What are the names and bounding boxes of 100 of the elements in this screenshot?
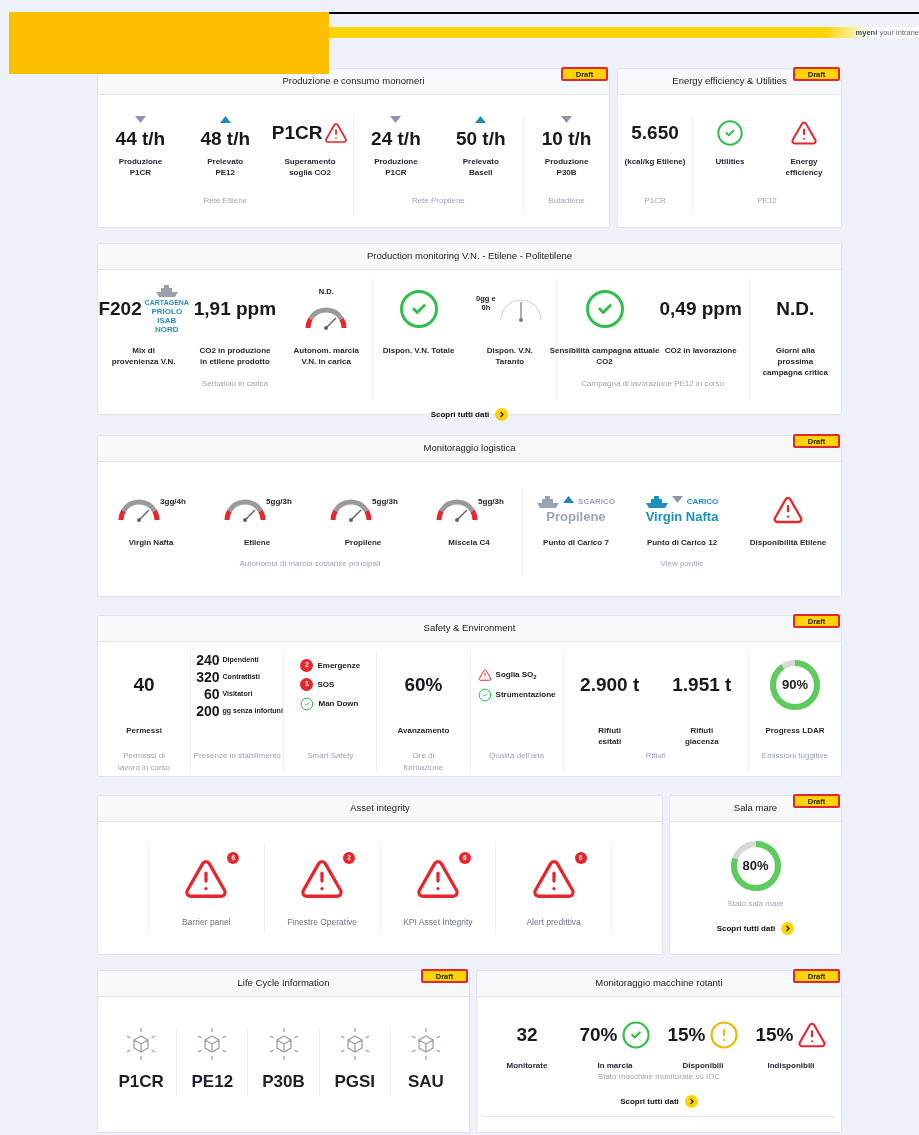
metric-value: 10 t/h [541,128,592,150]
check-circle-icon [300,697,315,711]
group-caption: Stato sala mare [727,898,784,910]
warning-icon [772,494,804,526]
metric-label: Disponibili [682,1060,724,1071]
metric-label: Energy efficiency [785,156,823,178]
metric-label: Indisponibili [767,1060,815,1071]
metric-value: 24 t/h [371,128,421,150]
caution-icon [708,1020,739,1050]
count-value: 200 [195,703,220,718]
group-caption: Permessi di lavoro in corso [118,750,171,774]
card-title: Monitoraggio logistica [423,441,516,456]
check-circle-icon [583,288,626,330]
metric-value: 2.900 t [580,674,640,696]
group-caption: PE12 [757,195,777,207]
unit-name: SAU [407,1071,444,1093]
unit-name: PE12 [191,1071,234,1093]
group-caption: Qualità dell'aria [489,750,544,762]
check-circle-icon [620,1020,651,1050]
group-caption: View pontile [660,558,704,570]
group-caption: Autonomia di marcia sostanze principali [239,558,381,570]
metric-value: 32 [516,1024,538,1046]
metric-label: Punto di Carico 7 [543,537,609,548]
group-caption: Butadiene [548,195,585,207]
warning-icon [796,1020,827,1050]
metric-label: Sensibilità campagna attuale CO2 [549,345,660,367]
metric-value: F202 [98,298,142,320]
origin-name: ISAB [157,315,177,325]
metric-label: Produzione P1CR [118,156,163,178]
status-label: Soglia SO$_{2}$ [495,669,537,681]
group-caption: Emissioni fuggitive [761,750,829,762]
ship-icon [537,495,560,509]
metric-label: Prelevato PE12 [207,156,244,178]
asset-label: Alert predittiva [526,916,581,929]
asset-label: Finestre Operative [287,916,358,929]
group-caption: Rifiuti [645,750,666,762]
ring-value: 90% [781,676,808,695]
metric-label: Mix di provenienza V.N. [111,345,176,367]
more-data-link[interactable]: Scopri tutti dati [430,408,509,421]
metric-label: Rifiuti esitati [598,725,622,747]
metric-value: 48 t/h [200,128,251,150]
more-data-link[interactable]: Scopri tutti dati [716,922,795,935]
metric-label: Autonom. marcia V.N. in carica [293,345,359,367]
metric-value: P1CR [271,122,323,144]
group-caption: Campagna di lavorazione PE12 in corso [581,378,724,390]
metric-value: 40 [133,674,155,696]
metric-label: Punto di Carico 12 [646,537,718,548]
status-label: Man Down [318,698,359,710]
warning-icon [477,668,492,682]
metric-label: Dispon. V.N. Totale [382,345,455,356]
ship-icon [155,284,178,298]
ship-status: CARICO [686,496,719,508]
metric-value: 44 t/h [115,128,166,150]
card-title: Sala mare [733,801,778,816]
count-value: 60 [202,686,220,701]
metric-label: Etilene [243,537,271,548]
metric-label: CO2 in produzione in etilene prodotto [199,345,271,367]
more-data-link[interactable]: Scopri tutti dati [620,1095,698,1108]
metric-label: Giorni alla prossima campagna critica [762,345,829,378]
metric-label: In marcia [597,1060,633,1071]
gauge-reading: 3gg/4h [160,496,186,508]
metric-value: 15% [667,1024,706,1046]
check-circle-icon [397,288,440,330]
count-value: 320 [195,669,220,684]
ship-status: SCARICO [578,496,615,508]
group-caption: Ore di formazione [403,750,444,774]
card-title: Produzione e consumo monomeri [282,74,425,89]
metric-value: 1.951 t [672,674,732,696]
ship-product: Propilene [546,508,606,525]
unit-name: P30B [262,1071,305,1093]
count-value: 240 [195,652,220,667]
asset-label: KPI Asset Integrity [403,916,473,929]
group-caption: Presenze in stabilimento [193,750,281,762]
metric-value: 0,49 ppm [659,298,742,320]
metric-label: Propilene [344,537,382,548]
gauge-reading: 5gg/3h [372,496,398,508]
metric-label: Disponibilità Etilene [749,537,827,548]
card-title: Production monitoring V.N. - Etilene - Politetilene [366,249,573,264]
ship-icon [645,495,668,509]
asset-label: Barrier panel [182,916,231,929]
metric-label: (kcal/kg Etilene) [624,156,686,167]
metric-value: 5.650 [631,122,679,144]
card-title: Safety & Environment [423,621,516,636]
origin-name: NORD [155,324,179,334]
metric-value: 50 t/h [455,128,506,150]
gauge-reading: 5gg/3h [266,496,292,508]
metric-label: Avanzamento [397,725,450,736]
chevron-icon [684,1095,698,1108]
group-caption: Serbatoio in carica [201,378,269,390]
metric-label: Monitorate [506,1060,548,1071]
metric-value: 15% [755,1024,794,1046]
status-label: SOS [317,678,335,691]
chevron-icon [495,408,509,421]
warning-icon [790,119,818,147]
metric-label: Prelevato Basell [462,156,499,178]
check-circle-icon [477,688,492,702]
ship-product: Virgin Nafta [645,508,719,525]
group-caption: Rete Propilene [411,195,465,207]
metric-label: CO2 in lavorazione [664,345,737,356]
group-caption: P1CR [644,195,666,207]
